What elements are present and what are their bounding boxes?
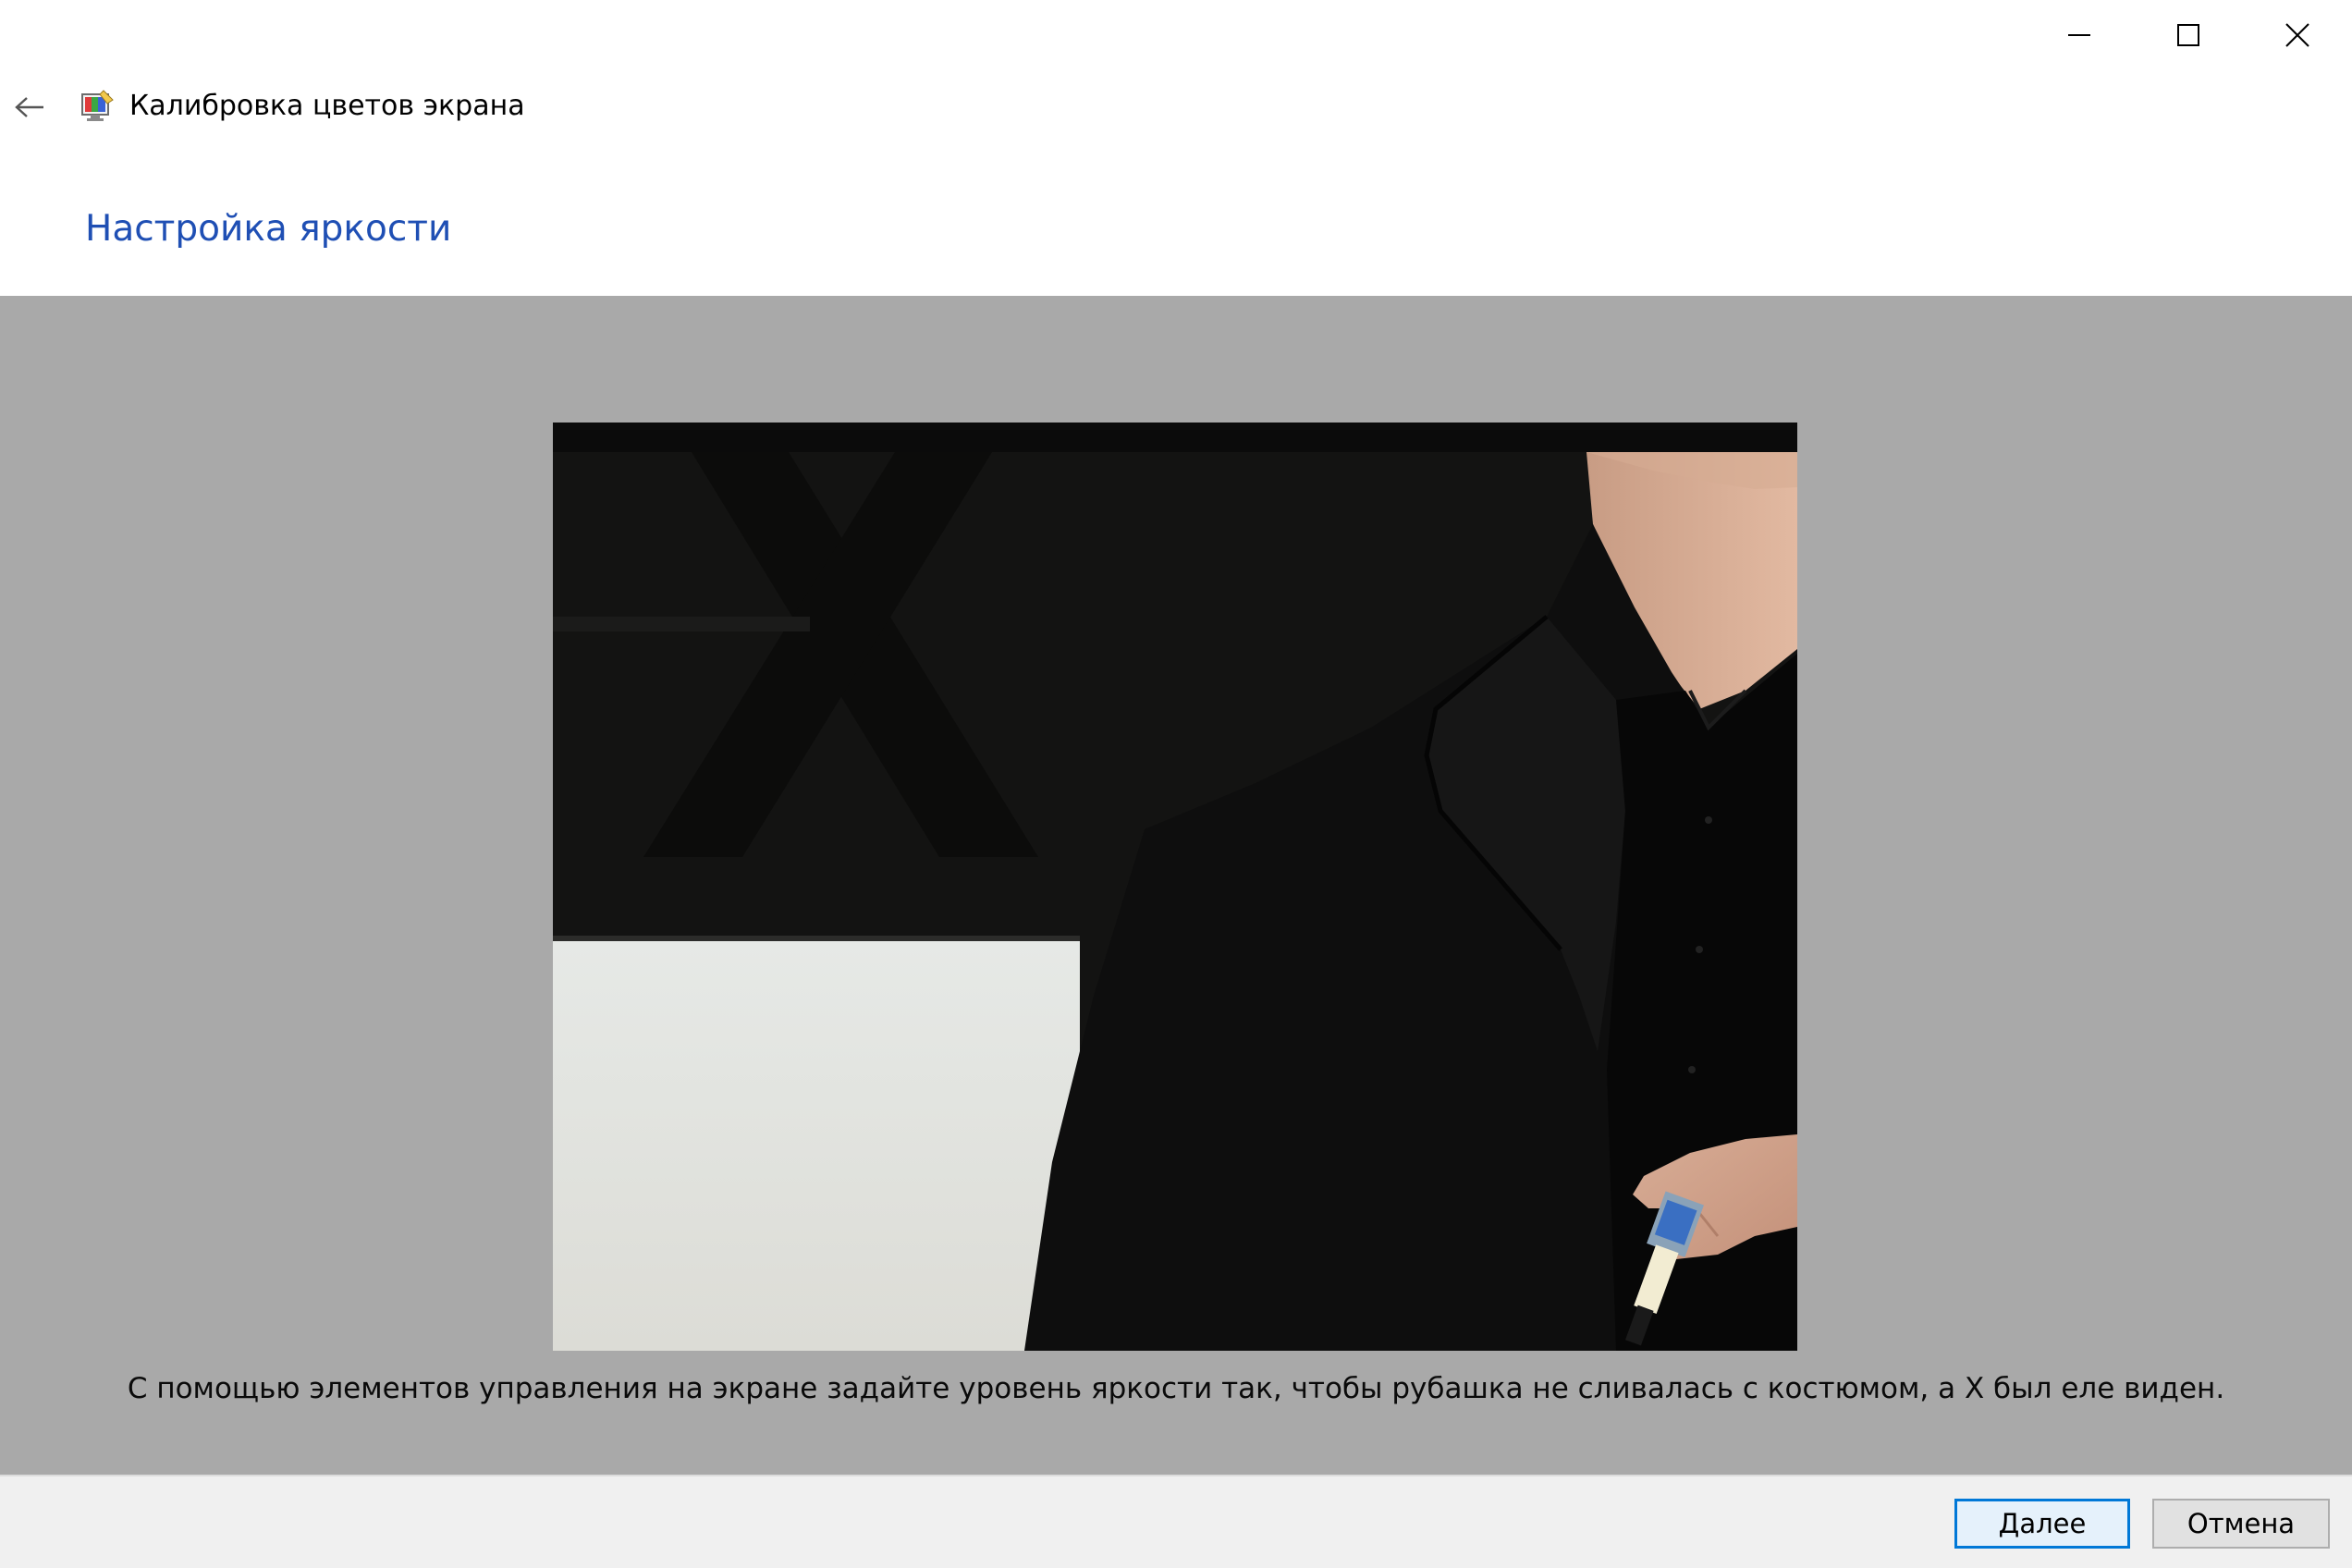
display-color-calibration-icon [80, 89, 115, 124]
window-title: Калибровка цветов экрана [129, 90, 525, 122]
minimize-button[interactable] [2025, 0, 2134, 70]
instruction-text: С помощью элементов управления на экране… [127, 1372, 2225, 1405]
maximize-icon [2177, 24, 2199, 46]
footer-bar: Далее Отмена [0, 1475, 2352, 1568]
maximize-button[interactable] [2134, 0, 2243, 70]
minimize-icon [2068, 34, 2090, 36]
next-button[interactable]: Далее [1954, 1499, 2130, 1549]
back-button[interactable] [7, 89, 52, 126]
content-panel: С помощью элементов управления на экране… [0, 296, 2352, 1475]
calibration-window: Калибровка цветов экрана Настройка яркос… [0, 0, 2352, 1568]
cancel-button[interactable]: Отмена [2152, 1499, 2330, 1549]
page-title: Настройка яркости [85, 208, 452, 250]
close-button[interactable] [2243, 0, 2352, 70]
close-icon [2285, 23, 2309, 47]
back-arrow-icon [15, 97, 43, 117]
brightness-calibration-sample-image [553, 423, 1797, 1351]
